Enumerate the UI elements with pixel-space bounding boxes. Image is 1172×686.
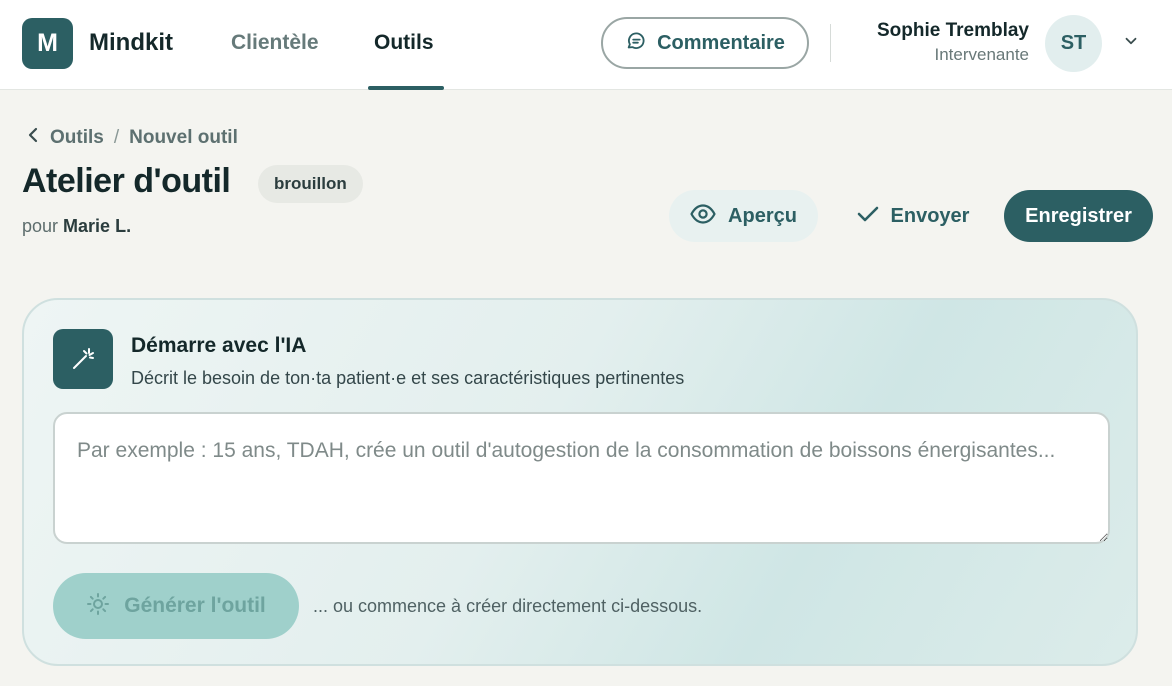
check-icon <box>857 205 879 228</box>
user-menu-toggle[interactable] <box>1118 30 1144 56</box>
preview-button-label: Aperçu <box>728 204 797 227</box>
status-badge: brouillon <box>258 165 363 203</box>
generate-tool-button[interactable]: Générer l'outil <box>53 573 299 639</box>
tab-outils[interactable]: Outils <box>374 31 434 55</box>
app-logo[interactable]: M <box>22 18 73 69</box>
subtitle-prefix: pour <box>22 216 59 236</box>
page-subtitle: pour Marie L. <box>22 216 131 237</box>
feedback-button[interactable]: Commentaire <box>601 17 809 69</box>
user-role: Intervenante <box>934 45 1029 64</box>
feedback-button-label: Commentaire <box>657 31 785 54</box>
eye-icon <box>690 203 716 229</box>
tab-clientele[interactable]: Clientèle <box>231 31 319 55</box>
header-divider <box>830 24 831 62</box>
user-name: Sophie Tremblay <box>876 20 1029 41</box>
chevron-down-icon <box>1122 32 1140 55</box>
ai-card-description: Décrit le besoin de ton·ta patient·e et … <box>131 368 685 388</box>
chevron-left-icon[interactable] <box>26 127 40 149</box>
ai-start-card: Démarre avec l'IA Décrit le besoin de to… <box>22 298 1138 666</box>
send-button-label: Envoyer <box>890 204 970 227</box>
magic-wand-icon <box>53 329 113 389</box>
page-title: Atelier d'outil <box>22 162 231 200</box>
send-button[interactable]: Envoyer <box>843 190 983 242</box>
chat-bubble-icon <box>625 30 647 57</box>
breadcrumb-back-link[interactable]: Outils <box>50 127 104 149</box>
app-name: Mindkit <box>89 29 173 56</box>
save-button[interactable]: Enregistrer <box>1004 190 1153 242</box>
breadcrumb-current: Nouvel outil <box>129 127 238 148</box>
breadcrumb: Outils / Nouvel outil <box>26 127 238 149</box>
client-name: Marie L. <box>63 216 132 236</box>
generate-hint: ... ou commence à créer directement ci-d… <box>313 596 703 616</box>
preview-button[interactable]: Aperçu <box>669 190 818 242</box>
top-navigation-bar: M Mindkit Clientèle Outils Commentaire S… <box>0 0 1172 90</box>
active-tab-indicator <box>368 86 444 90</box>
sparkle-icon <box>86 592 110 621</box>
ai-prompt-input[interactable] <box>53 412 1110 544</box>
avatar[interactable]: ST <box>1045 15 1102 72</box>
breadcrumb-separator: / <box>113 127 120 148</box>
generate-tool-button-label: Générer l'outil <box>124 594 266 617</box>
ai-card-title: Démarre avec l'IA <box>131 334 307 357</box>
